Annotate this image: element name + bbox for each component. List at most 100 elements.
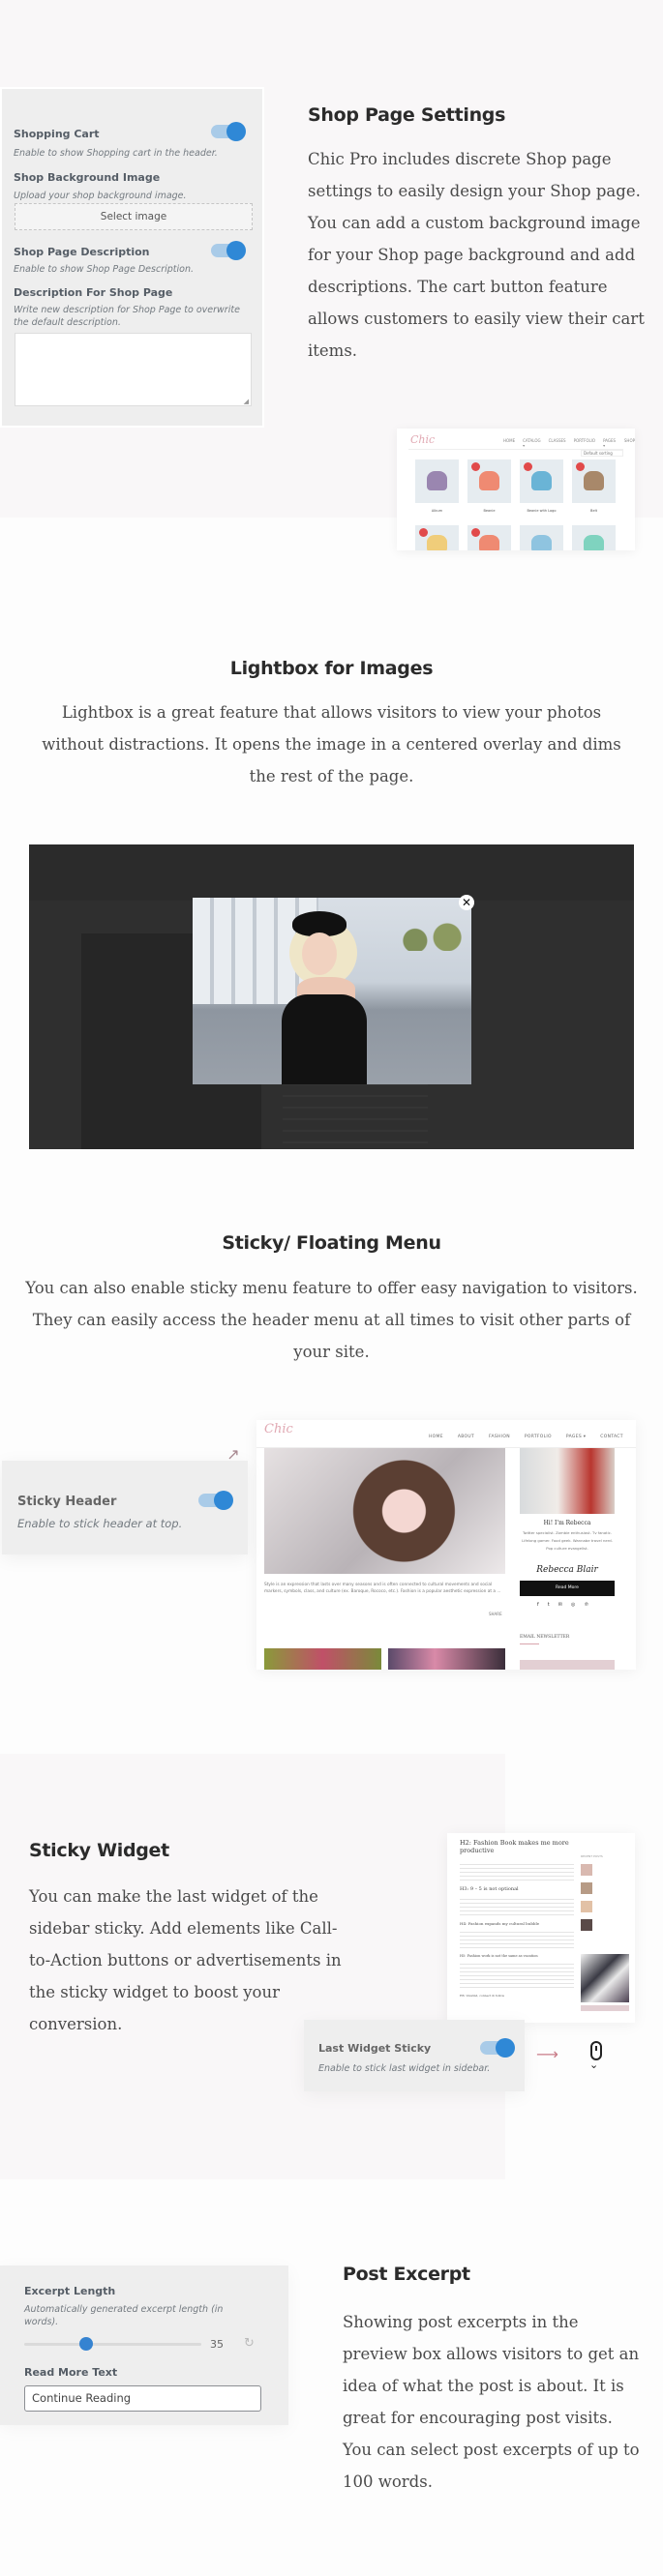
last-widget-sticky-control: Last Widget Sticky Enable to stick last …: [304, 2020, 525, 2091]
toggle-knob: [226, 241, 246, 260]
photo-trees: [391, 917, 471, 951]
last-widget-sticky-title: Last Widget Sticky: [318, 2042, 432, 2055]
sale-badge: [576, 462, 585, 471]
shop-nav-item: SHOP: [623, 438, 635, 443]
post-excerpt-body: Showing post excerpts in the preview box…: [343, 2313, 640, 2491]
shop-logo: Chic: [410, 433, 436, 446]
product-name: Album: [431, 509, 443, 513]
toggle-knob: [496, 2038, 515, 2058]
sticky-header-control: Sticky Header Enable to stick header at …: [2, 1461, 248, 1554]
product-card: [520, 525, 563, 550]
sale-badge: [419, 528, 428, 537]
product-image: [584, 471, 604, 490]
author-bio: Twitter specialist. Zombie enthusiast. T…: [522, 1530, 613, 1551]
description-for-shop-textarea[interactable]: ◢: [15, 333, 252, 406]
shop-nav: HOME CATALOG ▾ CLASSES PORTFOLIO PAGES ▾ SHOP: [503, 438, 635, 448]
widget-text-lines-2: [460, 1897, 574, 1916]
product-card: [572, 525, 616, 550]
sticky-header-title: Sticky Header: [17, 1495, 117, 1509]
shopping-cart-title: Shopping Cart: [14, 128, 100, 140]
select-image-button[interactable]: Select image: [15, 203, 253, 230]
social-icon: f: [537, 1602, 539, 1608]
product-name: Beanie with Logo: [527, 509, 557, 513]
sale-badge: [471, 462, 480, 471]
preview-nav-item: PAGES ▾: [565, 1435, 587, 1439]
lightbox-section-title: Lightbox for Images: [229, 658, 434, 679]
product-image: [531, 535, 552, 550]
shop-bg-image-title: Shop Background Image: [14, 171, 161, 184]
description-for-shop-title: Description For Shop Page: [14, 286, 173, 299]
photo-dress: [282, 994, 367, 1084]
product-image: [531, 471, 552, 490]
social-icons: f t ✉ ◎ ℗: [537, 1602, 588, 1608]
shop-page-desc-title: Shop Page Description: [14, 246, 150, 258]
author-signature: Rebecca Blair: [536, 1565, 598, 1575]
product-card: [415, 525, 459, 550]
lightbox-preview: ✕: [29, 844, 634, 1149]
post-thumb-1: [264, 1648, 381, 1670]
sticky-widget-body: You can make the last widget of the side…: [29, 1887, 342, 2033]
read-more-text-title: Read More Text: [24, 2366, 118, 2379]
product-name: Belt: [590, 509, 597, 513]
excerpt-length-title: Excerpt Length: [24, 2285, 116, 2297]
product-card: [415, 459, 459, 503]
shop-customizer-panel: Shopping Cart Enable to show Shopping ca…: [0, 87, 264, 428]
toggle-knob: [214, 1491, 233, 1510]
lightbox-section-body: Lightbox is a great feature that allows …: [42, 703, 621, 785]
author-title: Hi! I'm Rebecca: [543, 1520, 591, 1526]
sticky-header-toggle[interactable]: [198, 1491, 233, 1510]
social-icon: ✉: [558, 1602, 562, 1608]
social-icon: ℗: [584, 1602, 589, 1608]
read-more-text-input[interactable]: Continue Reading: [24, 2385, 261, 2412]
excerpt-length-value: 35: [210, 2338, 224, 2351]
product-image: [479, 471, 499, 490]
featured-image: [264, 1448, 505, 1574]
shop-nav-item: PORTFOLIO: [573, 438, 596, 443]
product-image: [479, 535, 499, 550]
product-card: [467, 525, 511, 550]
lightbox-close-button[interactable]: ✕: [459, 895, 474, 910]
shop-section-body: Chic Pro includes discrete Shop page set…: [308, 150, 645, 360]
sticky-header-preview: Chic HOME ABOUT FASHION PORTFOLIO PAGES ▾ CON…: [256, 1420, 636, 1670]
shop-nav-item: CLASSES: [548, 438, 566, 443]
last-widget-sticky-desc: Enable to stick last widget in sidebar.: [318, 2063, 491, 2074]
shop-header-divider: [408, 449, 623, 450]
reset-icon[interactable]: ↻: [244, 2336, 255, 2351]
shop-section-title: Shop Page Settings: [308, 104, 506, 126]
shop-nav-item: PAGES ▾: [603, 438, 617, 448]
post-thumb-2: [388, 1648, 505, 1670]
resize-handle-icon[interactable]: ◢: [244, 398, 249, 405]
lightbox-image[interactable]: [193, 898, 471, 1084]
widget-post-h6: H6: Unwind, connect & follow: [460, 1994, 505, 1998]
toggle-knob: [226, 122, 246, 141]
scroll-down-chevron-icon: ⌄: [589, 2058, 599, 2071]
preview-nav: HOME ABOUT FASHION PORTFOLIO PAGES ▾ CONTACT: [429, 1435, 623, 1439]
sticky-menu-title: Sticky/ Floating Menu: [222, 1232, 441, 1254]
preview-nav-item: ABOUT: [457, 1435, 475, 1439]
preview-logo: Chic: [264, 1422, 293, 1436]
sticky-header-desc: Enable to stick header at top.: [17, 1517, 183, 1530]
recent-post-thumb-1: [581, 1864, 592, 1876]
preview-nav-item: FASHION: [489, 1435, 510, 1439]
post-excerpt: Style is an expression that lasts over m…: [264, 1583, 501, 1594]
excerpt-slider-track[interactable]: [24, 2343, 201, 2346]
shop-page-desc-toggle[interactable]: [211, 241, 246, 260]
shop-sort-select: Default sorting: [581, 450, 623, 457]
shopping-cart-toggle[interactable]: [211, 122, 246, 141]
last-widget-sticky-toggle[interactable]: [480, 2038, 515, 2058]
widget-text-lines-3: [460, 1930, 574, 1949]
dimmed-header: [29, 844, 634, 901]
product-image: [427, 471, 447, 490]
sale-badge: [471, 528, 480, 537]
product-card: [467, 459, 511, 503]
shop-preview: Chic HOME CATALOG ▾ CLASSES PORTFOLIO PAGES …: [397, 429, 635, 550]
sticky-sidebar-ad: [581, 1954, 629, 2002]
widget-text-lines-1: [460, 1862, 574, 1881]
widget-text-lines-4: [460, 1962, 574, 1991]
excerpt-slider-handle[interactable]: [79, 2337, 94, 2351]
share-link[interactable]: SHARE: [489, 1612, 502, 1616]
author-read-more-button[interactable]: Read More: [520, 1581, 615, 1596]
widget-post-h5: H5: Fashion work is not the same as vaca…: [460, 1954, 538, 1958]
recent-post-thumb-4: [581, 1919, 592, 1931]
preview-nav-item: HOME: [429, 1435, 443, 1439]
